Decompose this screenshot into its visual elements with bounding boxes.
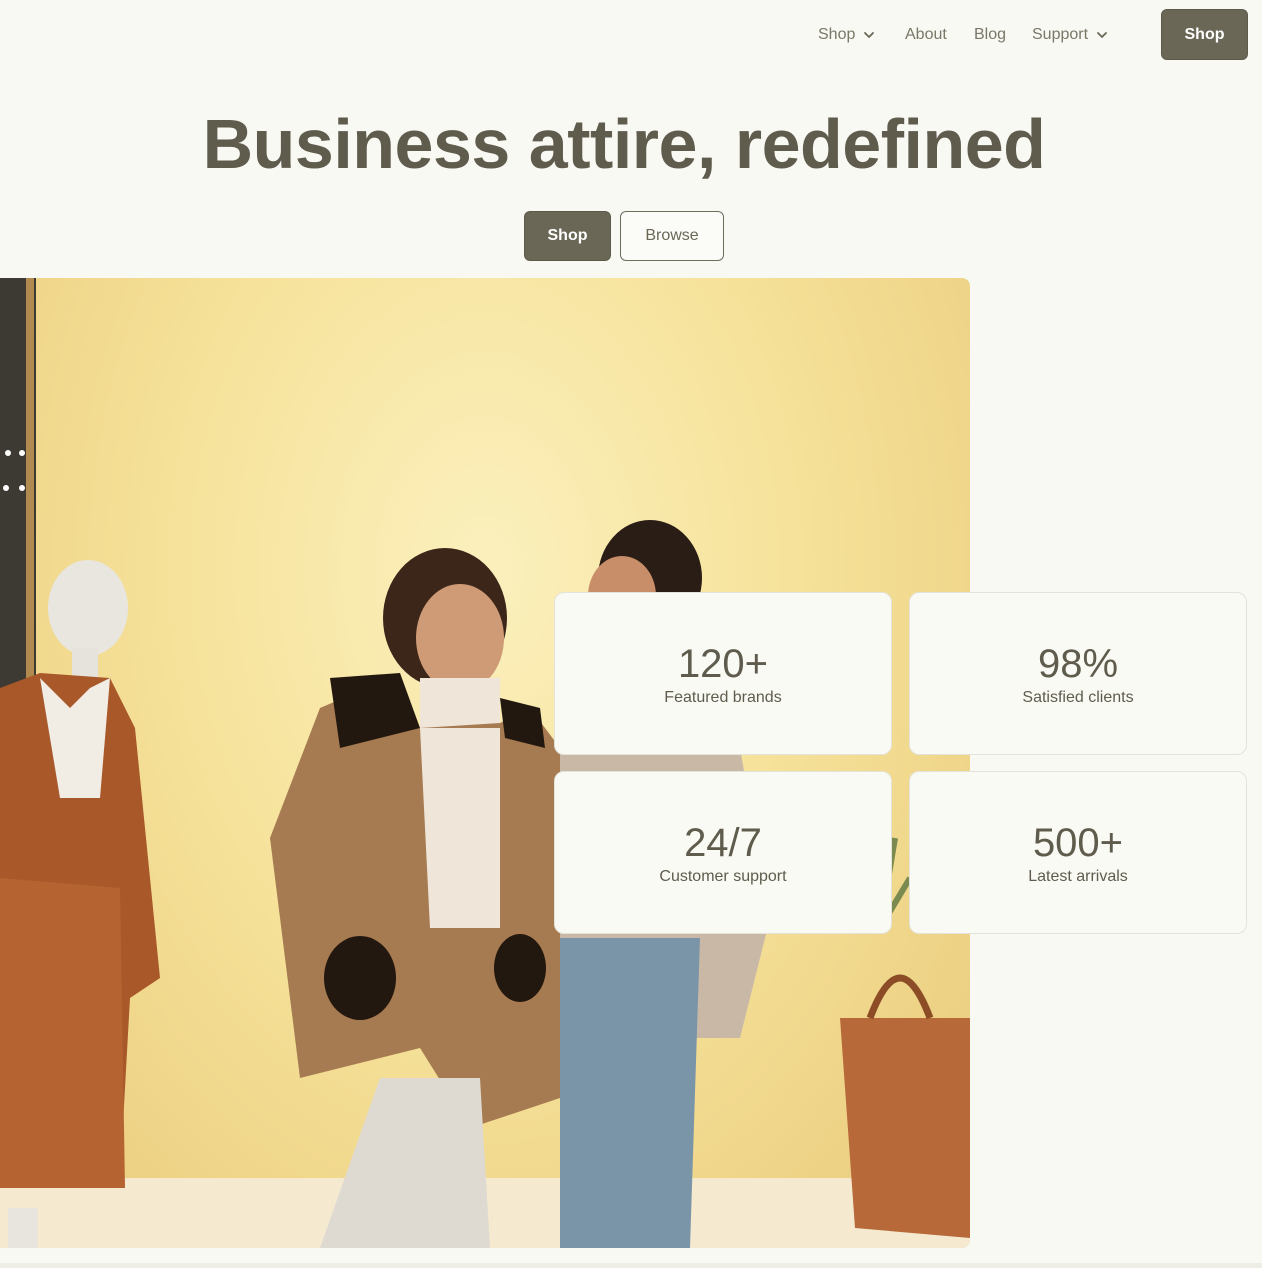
nav-item-label: Support xyxy=(1032,26,1089,43)
chevron-down-icon xyxy=(863,29,875,41)
stat-label: Featured brands xyxy=(664,688,782,706)
hero-browse-button[interactable]: Browse xyxy=(620,211,724,261)
nav-shop-button[interactable]: Shop xyxy=(1161,9,1248,60)
hero-photo-illustration xyxy=(0,278,970,1248)
nav-item-label: About xyxy=(905,26,947,43)
stat-value: 120+ xyxy=(677,641,769,686)
hero-shop-button[interactable]: Shop xyxy=(524,211,611,261)
nav-item-shop[interactable]: Shop xyxy=(818,24,875,46)
stat-card-arrivals: 500+ Latest arrivals xyxy=(909,771,1247,934)
nav-item-blog[interactable]: Blog xyxy=(974,24,1006,46)
nav-item-about[interactable]: About xyxy=(905,24,947,46)
stat-label: Satisfied clients xyxy=(1022,688,1134,706)
nav-item-label: Shop xyxy=(818,26,856,43)
stat-value: 500+ xyxy=(1032,820,1124,865)
stat-card-brands: 120+ Featured brands xyxy=(554,592,892,755)
hero-photo xyxy=(0,278,970,1248)
section-divider xyxy=(0,1263,1262,1268)
landing-page: Shop About Blog Support Shop Business at… xyxy=(0,0,1262,1268)
stat-card-support: 24/7 Customer support xyxy=(554,771,892,934)
nav-item-label: Blog xyxy=(974,26,1007,43)
stat-value: 98% xyxy=(1037,641,1119,686)
stat-value: 24/7 xyxy=(684,820,762,865)
stat-label: Latest arrivals xyxy=(1028,867,1128,885)
nav-item-support[interactable]: Support xyxy=(1032,24,1108,46)
hero-title: Business attire, redefined xyxy=(202,105,1046,183)
stat-label: Customer support xyxy=(659,867,787,885)
stat-card-satisfied: 98% Satisfied clients xyxy=(909,592,1247,755)
chevron-down-icon xyxy=(1096,29,1108,41)
